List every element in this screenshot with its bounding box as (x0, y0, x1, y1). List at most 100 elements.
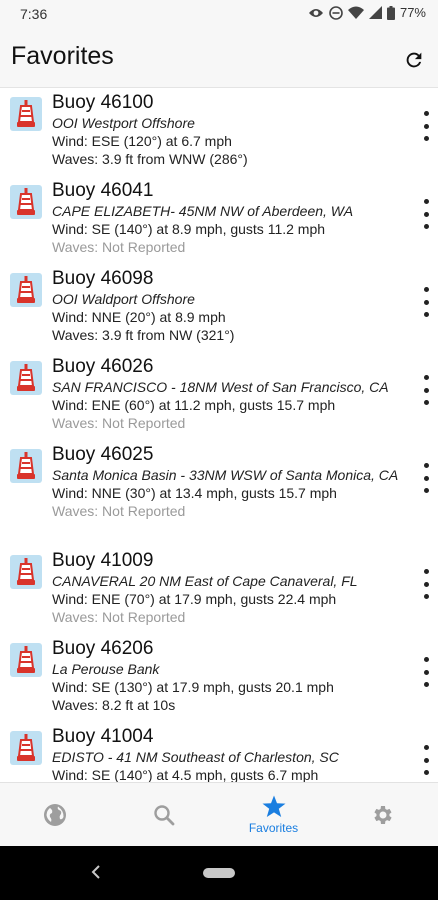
buoy-title: Buoy 46041 (52, 180, 154, 201)
list-item-text: Buoy 46098 OOI Waldport Offshore Wind: N… (52, 267, 408, 344)
more-dot (423, 387, 429, 393)
buoy-wind: Wind: NNE (20°) at 8.9 mph (52, 309, 226, 325)
buoy-icon (10, 731, 42, 765)
more-dot (423, 757, 429, 763)
more-dot (423, 211, 429, 217)
buoy-wind: Wind: NNE (30°) at 13.4 mph, gusts 15.7 … (52, 485, 337, 501)
buoy-wind: Wind: SE (130°) at 17.9 mph, gusts 20.1 … (52, 679, 334, 695)
buoy-waves: Waves: Not Reported (52, 503, 186, 519)
buoy-location: EDISTO - 41 NM Southeast of Charleston, … (52, 749, 339, 765)
more-dot (423, 770, 429, 775)
buoy-location: CANAVERAL 20 NM East of Cape Canaveral, … (52, 573, 358, 589)
more-options-button[interactable] (420, 745, 432, 775)
list-item-text: Buoy 46100 OOI Westport Offshore Wind: E… (52, 91, 408, 168)
more-options-button[interactable] (420, 287, 432, 317)
list-item-text: Buoy 46041 CAPE ELIZABETH- 45NM NW of Ab… (52, 179, 408, 256)
buoy-title: Buoy 46026 (52, 356, 154, 377)
more-dot (423, 224, 429, 229)
gear-icon (373, 806, 392, 824)
buoy-title: Buoy 41004 (52, 726, 154, 747)
buoy-waves: Waves: 3.9 ft from WNW (286°) (52, 151, 248, 167)
buoy-title: Buoy 41009 (52, 550, 154, 571)
more-options-button[interactable] (420, 463, 432, 493)
refresh-button[interactable] (398, 44, 430, 76)
battery-level: 77% (399, 5, 426, 20)
app-bar: Favorites (0, 30, 438, 88)
page-title: Favorites (11, 42, 114, 70)
buoy-icon (10, 555, 42, 589)
list-item-text: Buoy 41009 CANAVERAL 20 NM East of Cape … (52, 549, 408, 626)
more-dot (423, 199, 429, 204)
more-options-button[interactable] (420, 375, 432, 405)
nav-item-search[interactable] (109, 783, 218, 847)
more-dot (423, 123, 429, 129)
more-options-button[interactable] (420, 569, 432, 599)
globe-icon (43, 804, 66, 826)
refresh-icon (406, 52, 422, 68)
buoy-location: OOI Waldport Offshore (52, 291, 195, 307)
wifi-icon (347, 6, 364, 19)
buoy-title: Buoy 46206 (52, 638, 154, 659)
more-dot (423, 745, 429, 750)
more-dot (423, 136, 429, 141)
buoy-waves: Waves: 3.9 ft from NW (321°) (52, 327, 235, 343)
nav-item-settings[interactable] (328, 783, 437, 847)
buoy-icon (10, 273, 42, 307)
list-item-text: Buoy 46025 Santa Monica Basin - 33NM WSW… (52, 443, 408, 520)
buoy-waves: Waves: Not Reported (52, 609, 186, 625)
status-icons: 77% (308, 5, 426, 20)
more-dot (423, 299, 429, 305)
more-dot (423, 488, 429, 493)
more-dot (423, 375, 429, 380)
buoy-location: SAN FRANCISCO - 18NM West of San Francis… (52, 379, 389, 395)
favorites-list[interactable]: Buoy 46100 OOI Westport Offshore Wind: E… (0, 89, 438, 782)
buoy-location: OOI Westport Offshore (52, 115, 195, 131)
more-options-button[interactable] (420, 111, 432, 141)
buoy-waves: Waves: Not Reported (52, 415, 186, 431)
more-dot (423, 287, 429, 292)
list-item-text: Buoy 41004 EDISTO - 41 NM Southeast of C… (52, 725, 408, 782)
buoy-waves: Waves: 8.2 ft at 10s (52, 697, 176, 713)
more-dot (423, 594, 429, 599)
buoy-icon (10, 361, 42, 395)
system-navigation-bar (0, 846, 438, 900)
more-dot (423, 682, 429, 687)
more-options-button[interactable] (420, 657, 432, 687)
more-dot (423, 463, 429, 468)
buoy-wind: Wind: SE (140°) at 4.5 mph, gusts 6.7 mp… (52, 767, 319, 782)
nav-item-favorites[interactable]: Favorites (219, 783, 328, 847)
buoy-title: Buoy 46025 (52, 444, 154, 465)
buoy-location: La Perouse Bank (52, 661, 160, 677)
buoy-title: Buoy 46098 (52, 268, 154, 289)
buoy-wind: Wind: ESE (120°) at 6.7 mph (52, 133, 232, 149)
eye-icon (308, 8, 323, 17)
buoy-location: Santa Monica Basin - 33NM WSW of Santa M… (52, 467, 399, 483)
more-dot (423, 400, 429, 405)
home-pill[interactable] (203, 868, 235, 878)
signal-icon (368, 6, 382, 19)
more-options-button[interactable] (420, 199, 432, 229)
buoy-icon (10, 185, 42, 219)
bottom-navigation: Favorites (0, 782, 438, 846)
more-dot (423, 657, 429, 662)
do-not-disturb-icon (329, 5, 343, 20)
buoy-location: CAPE ELIZABETH- 45NM NW of Aberdeen, WA (52, 203, 354, 219)
star-icon (262, 795, 285, 817)
status-time: 7:36 (20, 6, 48, 22)
list-item-text: Buoy 46026 SAN FRANCISCO - 18NM West of … (52, 355, 408, 432)
more-dot (423, 111, 429, 116)
buoy-waves: Waves: Not Reported (52, 239, 186, 255)
buoy-icon (10, 97, 42, 131)
more-dot (423, 475, 429, 481)
nav-label-favorites: Favorites (248, 821, 299, 835)
buoy-wind: Wind: ENE (70°) at 17.9 mph, gusts 22.4 … (52, 591, 337, 607)
buoy-icon (10, 643, 42, 677)
more-dot (423, 569, 429, 574)
buoy-wind: Wind: SE (140°) at 8.9 mph, gusts 11.2 m… (52, 221, 326, 237)
nav-item-map[interactable] (0, 783, 109, 847)
list-item-text: Buoy 46206 La Perouse Bank Wind: SE (130… (52, 637, 408, 714)
status-bar: 7:36 77% (0, 0, 438, 30)
more-dot (423, 312, 429, 317)
more-dot (423, 669, 429, 675)
back-icon[interactable] (90, 864, 102, 880)
